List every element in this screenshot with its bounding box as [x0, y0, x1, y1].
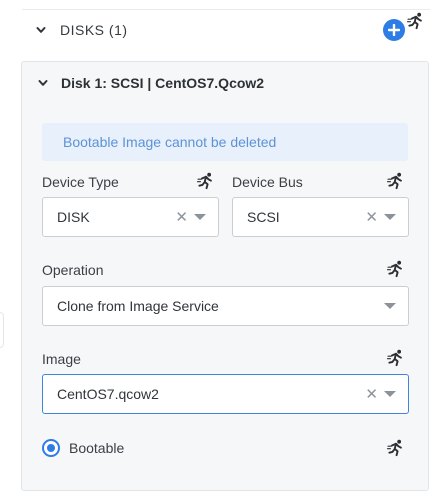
clear-icon[interactable]: ✕ — [365, 387, 378, 402]
disk-header[interactable]: Disk 1: SCSI | CentOS7.Qcow2 — [38, 73, 264, 93]
radio-selected-dot — [47, 444, 55, 452]
device-bus-select[interactable]: SCSI ✕ — [232, 197, 409, 237]
running-man-icon[interactable] — [387, 260, 405, 278]
running-man-icon[interactable] — [387, 439, 405, 457]
clear-icon[interactable]: ✕ — [365, 210, 378, 225]
top-divider — [22, 9, 430, 10]
disk-title: Disk 1: SCSI | CentOS7.Qcow2 — [61, 75, 265, 91]
disks-section-header[interactable]: DISKS (1) — [36, 20, 128, 40]
bootable-label[interactable]: Bootable — [69, 439, 124, 457]
device-type-label: Device Type — [42, 174, 119, 190]
chevron-down-icon[interactable] — [38, 78, 48, 88]
device-bus-label: Device Bus — [232, 174, 303, 190]
operation-select[interactable]: Clone from Image Service — [42, 286, 409, 326]
operation-value: Clone from Image Service — [57, 298, 219, 314]
caret-down-icon[interactable] — [384, 214, 396, 220]
running-man-icon[interactable] — [387, 349, 405, 367]
plus-icon — [388, 24, 400, 36]
image-label: Image — [42, 351, 81, 367]
caret-down-icon[interactable] — [384, 303, 396, 309]
device-type-select[interactable]: DISK ✕ — [42, 197, 219, 237]
bootable-radio[interactable] — [42, 439, 60, 457]
device-type-value: DISK — [57, 209, 90, 225]
add-disk-button[interactable] — [383, 19, 405, 41]
operation-label: Operation — [42, 262, 104, 278]
clear-icon[interactable]: ✕ — [175, 210, 188, 225]
chevron-down-icon[interactable] — [36, 25, 46, 35]
running-man-icon[interactable] — [197, 172, 215, 190]
info-message: Bootable Image cannot be deleted — [42, 123, 408, 161]
image-select[interactable]: CentOS7.qcow2 ✕ — [42, 374, 409, 414]
info-message-text: Bootable Image cannot be deleted — [63, 134, 277, 150]
device-bus-value: SCSI — [247, 209, 280, 225]
caret-down-icon[interactable] — [194, 214, 206, 220]
running-man-icon[interactable] — [387, 172, 405, 190]
side-tab[interactable] — [0, 312, 4, 348]
disks-section-title: DISKS (1) — [60, 22, 128, 38]
image-value: CentOS7.qcow2 — [57, 386, 159, 402]
running-man-icon[interactable] — [407, 12, 425, 30]
caret-down-icon[interactable] — [384, 391, 396, 397]
